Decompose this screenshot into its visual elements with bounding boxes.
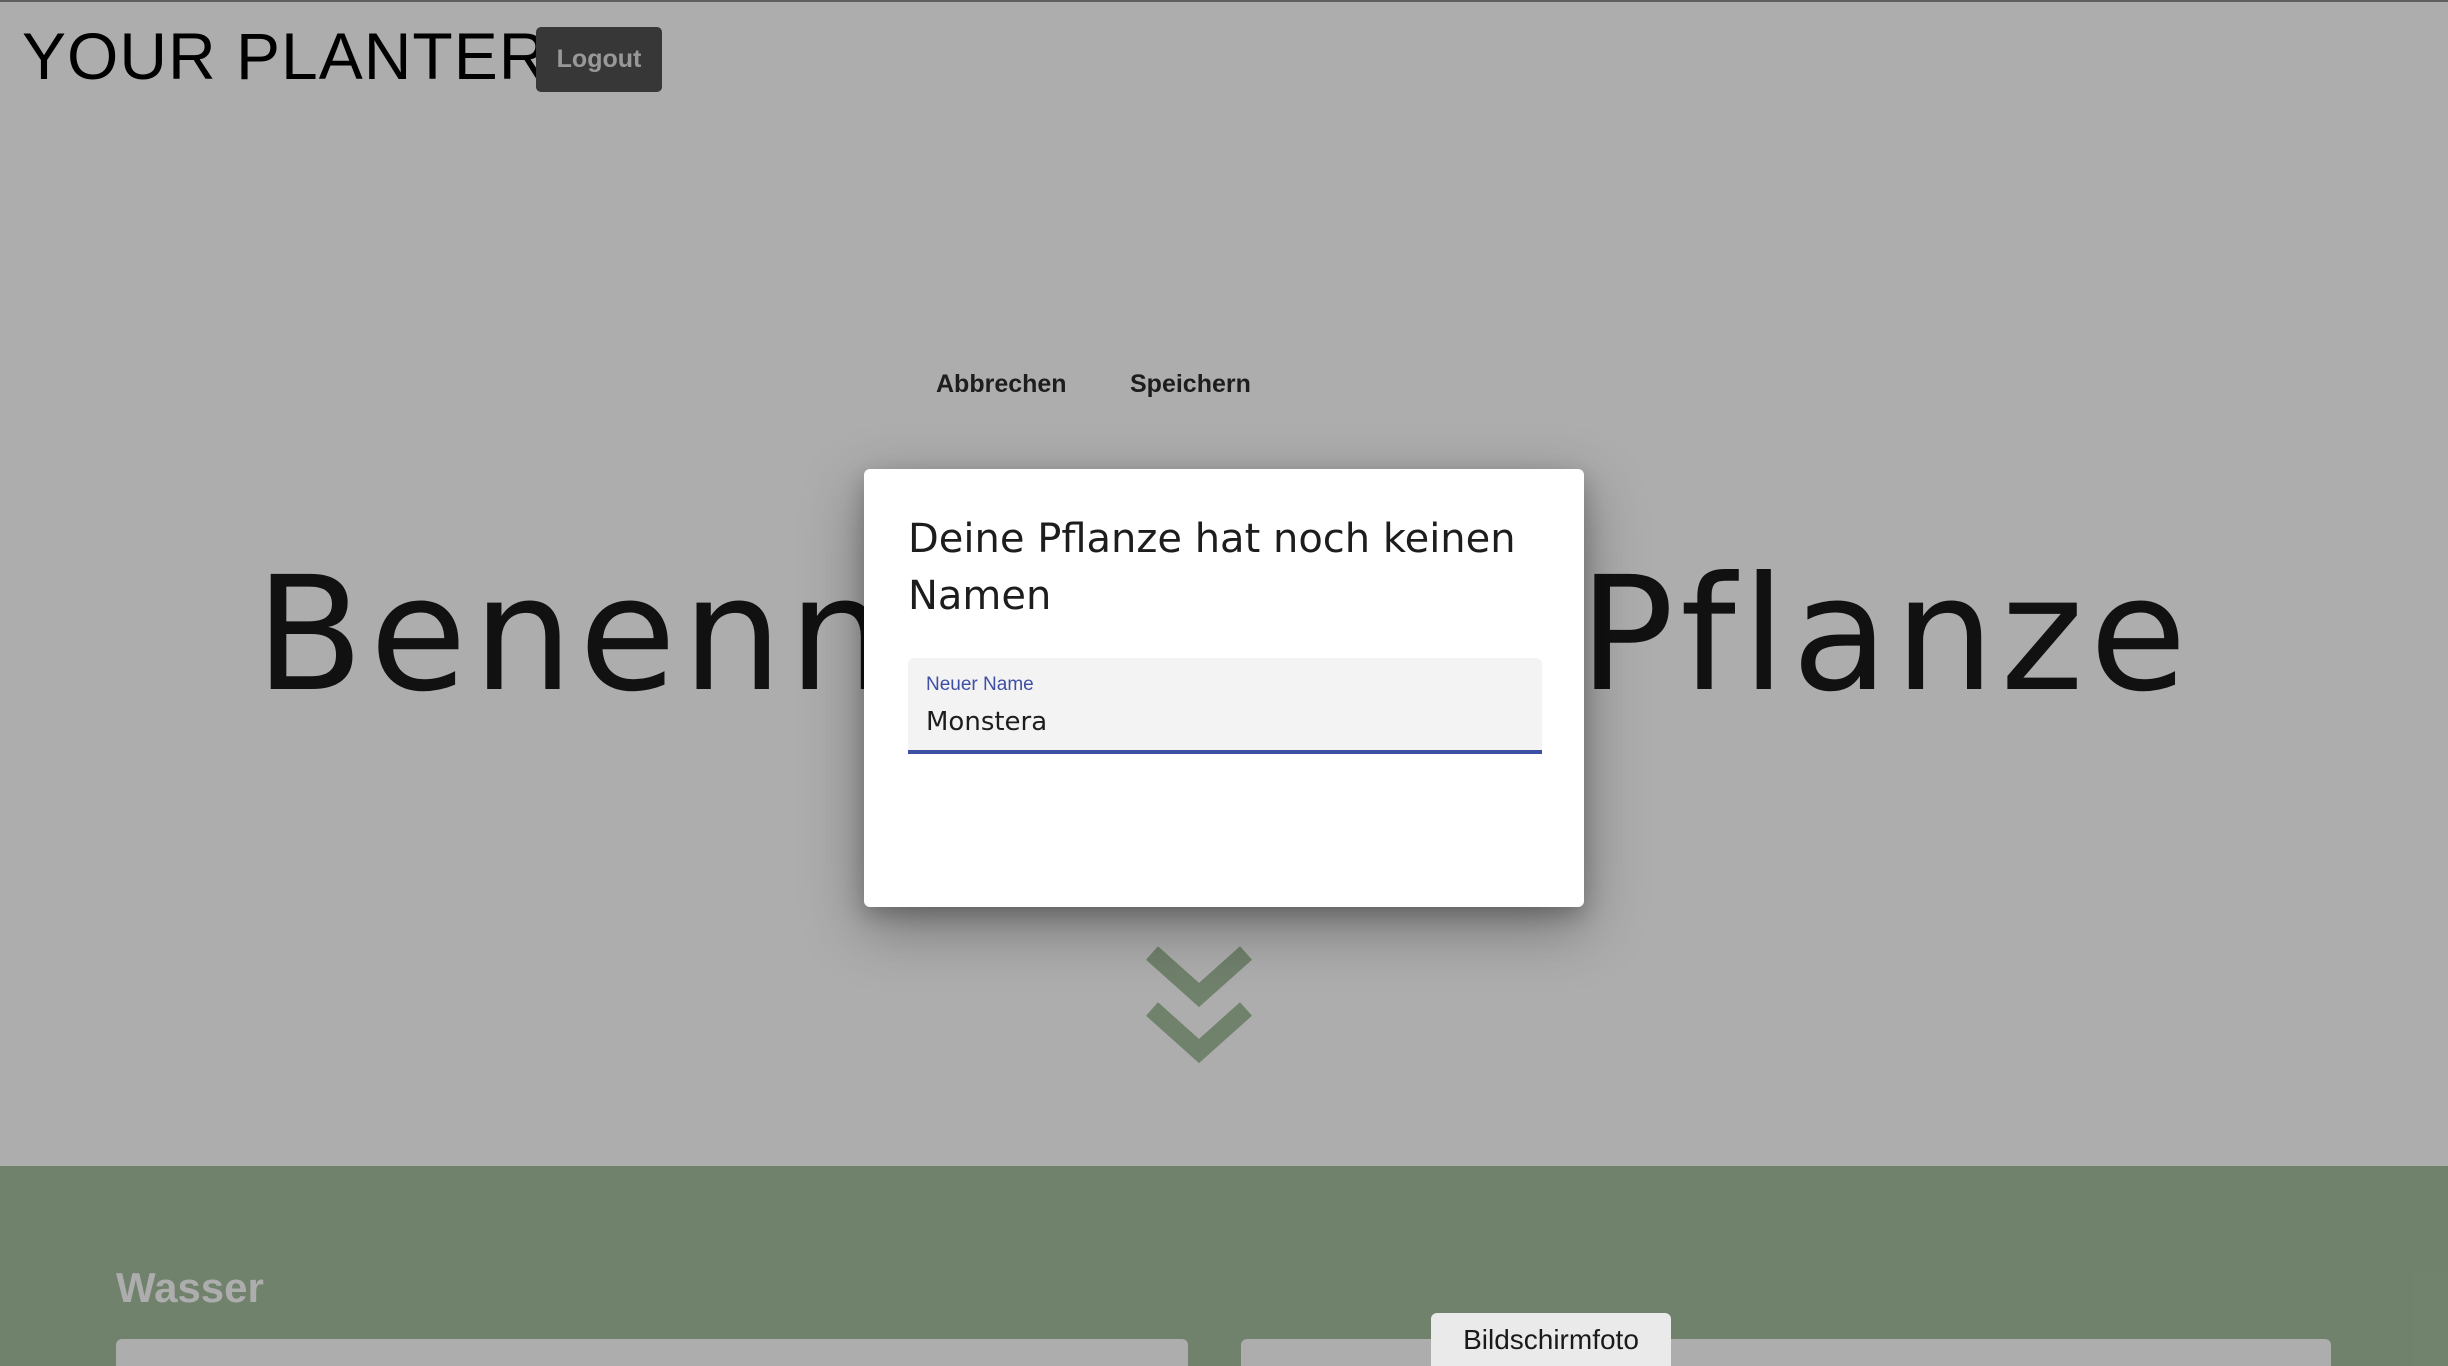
app-page: YOUR PLANTER Logout Benenne deine Pflanz… <box>0 0 2448 1366</box>
plant-name-field-label: Neuer Name <box>926 674 1034 695</box>
cancel-button[interactable]: Abbrechen <box>908 352 1095 416</box>
save-button[interactable]: Speichern <box>1102 352 1279 416</box>
dialog-title: Deine Pflanze hat noch keinen Namen <box>908 516 1516 619</box>
plant-name-field[interactable]: Neuer Name <box>908 658 1542 754</box>
screenshot-tooltip: Bildschirmfoto <box>1431 1313 1671 1366</box>
rename-plant-dialog: Deine Pflanze hat noch keinen Namen Neue… <box>864 469 1584 907</box>
plant-name-input[interactable] <box>926 702 1522 742</box>
